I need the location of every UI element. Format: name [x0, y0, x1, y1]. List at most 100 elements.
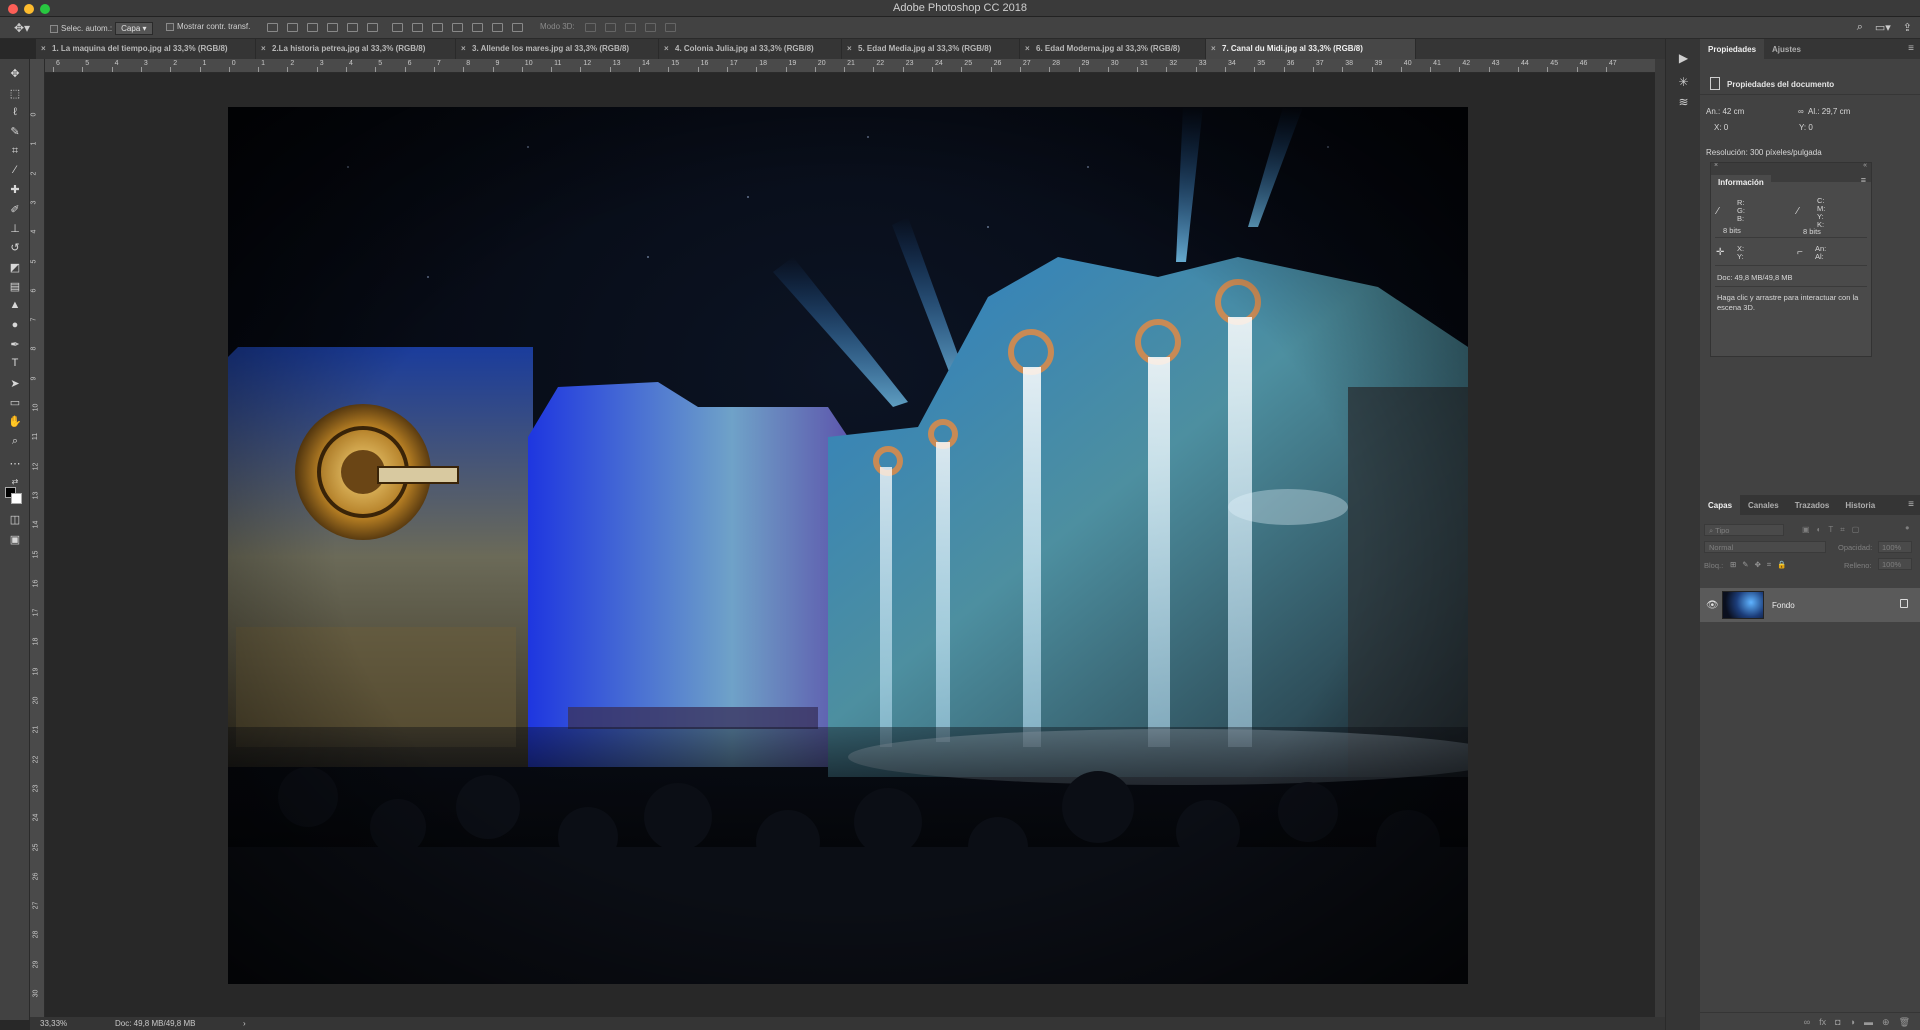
- zoom-level[interactable]: 33,33%: [40, 1019, 67, 1028]
- history-brush-tool-icon[interactable]: ↺: [7, 239, 23, 255]
- marquee-tool-icon[interactable]: ⬚: [7, 85, 23, 101]
- rectangle-tool-icon[interactable]: ▭: [7, 394, 23, 410]
- close-tab-icon[interactable]: ×: [1211, 44, 1216, 53]
- doc-x[interactable]: X: 0: [1714, 123, 1728, 132]
- status-menu-arrow-icon[interactable]: ›: [243, 1019, 246, 1028]
- pen-tool-icon[interactable]: ✒: [7, 336, 23, 352]
- quick-mask-icon[interactable]: ◫: [7, 511, 23, 527]
- close-panel-icon[interactable]: ×: [1714, 162, 1718, 169]
- blur-tool-icon[interactable]: ▲: [7, 297, 23, 313]
- doc-tab[interactable]: × 1. La maquina del tiempo.jpg al 33,3% (…: [36, 39, 256, 59]
- hand-tool-icon[interactable]: ✋: [7, 413, 23, 429]
- auto-select-checkbox[interactable]: [50, 24, 58, 33]
- pan-3d-icon[interactable]: [625, 23, 636, 32]
- layer-row[interactable]: 👁 Fondo: [1700, 588, 1920, 622]
- distribute-left-icon[interactable]: [452, 23, 463, 32]
- panel-menu-icon[interactable]: ≡: [1908, 43, 1914, 54]
- ruler-horizontal[interactable]: 6 5 4 3 2 1 0 1 2 3 4 5 6 7 8 9 10 11 12 13 14 15 16 17 18 19 20 21…: [45, 59, 1655, 73]
- gradient-tool-icon[interactable]: ▤: [7, 278, 23, 294]
- brush-tool-icon[interactable]: ✐: [7, 201, 23, 217]
- quick-select-tool-icon[interactable]: ✎: [7, 123, 23, 139]
- link-dimensions-icon[interactable]: ∞: [1798, 107, 1804, 116]
- screen-mode-icon[interactable]: ▣: [7, 531, 23, 547]
- align-vcenter-icon[interactable]: [287, 23, 298, 32]
- zoom-tool-icon[interactable]: ⌕: [7, 433, 23, 449]
- close-tab-icon[interactable]: ×: [847, 44, 852, 53]
- blend-mode-dropdown[interactable]: Normal: [1704, 541, 1826, 553]
- layer-name[interactable]: Fondo: [1772, 601, 1795, 610]
- distribute-right-icon[interactable]: [492, 23, 503, 32]
- fill-field[interactable]: 100%: [1878, 558, 1912, 570]
- doc-tab[interactable]: × 3. Allende los mares.jpg al 33,3% (RGB/…: [456, 39, 659, 59]
- share-icon[interactable]: ⇪: [1903, 21, 1912, 34]
- distribute-vcenter-icon[interactable]: [412, 23, 423, 32]
- orbit-3d-icon[interactable]: [585, 23, 596, 32]
- eraser-tool-icon[interactable]: ◩: [7, 259, 23, 275]
- doc-y[interactable]: Y: 0: [1799, 123, 1813, 132]
- align-right-icon[interactable]: [367, 23, 378, 32]
- tab-adjustments[interactable]: Ajustes: [1764, 39, 1809, 59]
- close-tab-icon[interactable]: ×: [664, 44, 669, 53]
- trash-icon[interactable]: 🗑: [1899, 1017, 1910, 1027]
- dodge-tool-icon[interactable]: ●: [7, 317, 23, 333]
- clone-stamp-tool-icon[interactable]: ⊥: [7, 220, 23, 236]
- more-tools-icon[interactable]: ⋯: [7, 455, 23, 471]
- close-tab-icon[interactable]: ×: [461, 44, 466, 53]
- align-top-icon[interactable]: [267, 23, 278, 32]
- align-left-icon[interactable]: [327, 23, 338, 32]
- type-tool-icon[interactable]: T: [7, 355, 23, 371]
- layer-style-icon[interactable]: fx: [1819, 1017, 1826, 1027]
- close-tab-icon[interactable]: ×: [1025, 44, 1030, 53]
- doc-tab[interactable]: × 4. Colonia Julia.jpg al 33,3% (RGB/8): [659, 39, 842, 59]
- lock-options-icons[interactable]: ⊞✎✥⌗🔒: [1730, 560, 1792, 570]
- ruler-vertical[interactable]: 0 1 2 3 4 5 6 7 8 9 10 11 12 13 14 15 16 17 18 19 20 21 22 23 24…: [30, 59, 45, 1020]
- layer-filter-kind[interactable]: ⌕ Tipo: [1704, 524, 1784, 536]
- slide-3d-icon[interactable]: [645, 23, 656, 32]
- doc-tab-active[interactable]: × 7. Canal du Midi.jpg al 33,3% (RGB/8): [1206, 39, 1416, 59]
- doc-width[interactable]: An.: 42 cm: [1706, 107, 1744, 116]
- new-layer-icon[interactable]: ⊕: [1882, 1017, 1890, 1027]
- vertical-scrollbar[interactable]: [1655, 59, 1665, 1017]
- play-actions-icon[interactable]: ▶: [1676, 51, 1691, 66]
- align-hcenter-icon[interactable]: [347, 23, 358, 32]
- layers-menu-icon[interactable]: ≡: [1908, 499, 1914, 510]
- layer-filter-icons[interactable]: ▣◐T⌗▢: [1802, 525, 1866, 535]
- tab-properties[interactable]: Propiedades: [1700, 39, 1765, 59]
- add-mask-icon[interactable]: ◘: [1835, 1017, 1840, 1027]
- doc-tab[interactable]: × 2.La historia petrea.jpg al 33,3% (RGB/…: [256, 39, 456, 59]
- move-tool-preset-icon[interactable]: ✥▾: [14, 21, 30, 35]
- scale-3d-icon[interactable]: [665, 23, 676, 32]
- lock-icon[interactable]: [1900, 599, 1908, 608]
- search-icon[interactable]: ⌕: [1857, 21, 1863, 34]
- distribute-top-icon[interactable]: [392, 23, 403, 32]
- collapse-panel-icon[interactable]: «: [1863, 162, 1867, 169]
- roll-3d-icon[interactable]: [605, 23, 616, 32]
- doc-height[interactable]: Al.: 29,7 cm: [1808, 107, 1850, 116]
- show-transform-checkbox[interactable]: [166, 22, 174, 31]
- doc-tab[interactable]: × 6. Edad Moderna.jpg al 33,3% (RGB/8): [1020, 39, 1206, 59]
- info-menu-icon[interactable]: ≡: [1861, 175, 1866, 185]
- distribute-bottom-icon[interactable]: [432, 23, 443, 32]
- distribute-hcenter-icon[interactable]: [472, 23, 483, 32]
- auto-align-icon[interactable]: [512, 23, 523, 32]
- opacity-field[interactable]: 100%: [1878, 541, 1912, 553]
- tab-channels[interactable]: Canales: [1740, 495, 1787, 515]
- path-select-tool-icon[interactable]: ➤: [7, 375, 23, 391]
- background-color-swatch[interactable]: [11, 493, 22, 504]
- new-group-icon[interactable]: ▬: [1864, 1017, 1873, 1027]
- adjustments-icon[interactable]: ✳: [1676, 75, 1691, 90]
- align-bottom-icon[interactable]: [307, 23, 318, 32]
- tab-history[interactable]: Historia: [1837, 495, 1883, 515]
- eye-visibility-icon[interactable]: 👁: [1706, 600, 1719, 611]
- eyedropper-tool-icon[interactable]: ⁄: [7, 162, 23, 178]
- tab-paths[interactable]: Trazados: [1787, 495, 1838, 515]
- document-image[interactable]: [228, 107, 1468, 984]
- tab-info[interactable]: Información: [1711, 175, 1771, 190]
- tab-layers[interactable]: Capas: [1700, 495, 1741, 515]
- brush-presets-icon[interactable]: ≋: [1676, 95, 1691, 110]
- workspace-icon[interactable]: ▭▾: [1875, 21, 1891, 34]
- close-tab-icon[interactable]: ×: [261, 44, 266, 53]
- auto-select-dropdown[interactable]: Capa ▾: [115, 22, 153, 35]
- crop-tool-icon[interactable]: ⌗: [7, 143, 23, 159]
- filter-toggle-icon[interactable]: ●: [1905, 523, 1910, 532]
